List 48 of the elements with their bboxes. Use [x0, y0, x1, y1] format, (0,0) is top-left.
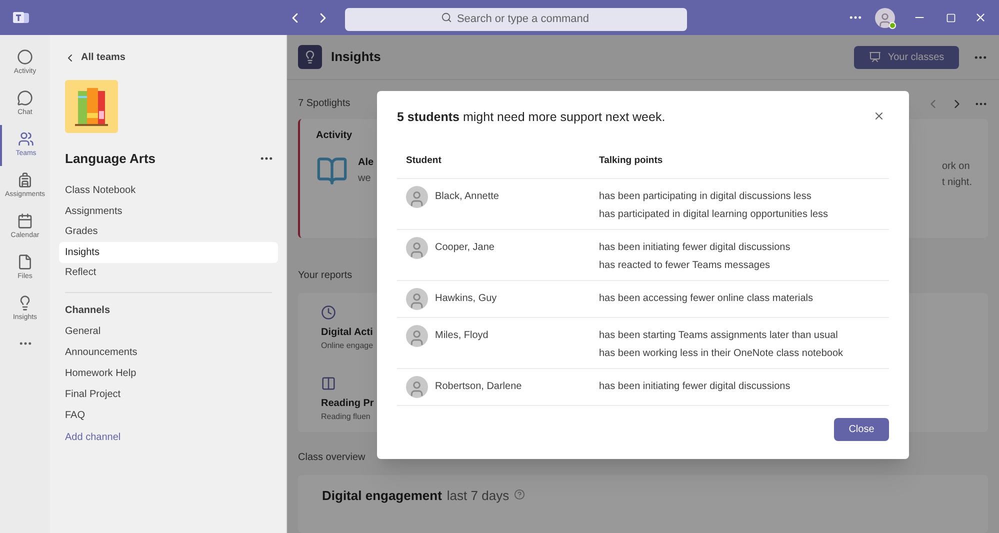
- channels-heading: Channels: [64, 304, 112, 318]
- student-name: Cooper, Jane: [435, 241, 494, 256]
- team-name: Language Arts: [65, 150, 156, 168]
- talking-point: has been initiating fewer digital discussions: [599, 380, 792, 394]
- card-text: t night.: [942, 176, 972, 190]
- card-text: Ale: [358, 156, 374, 170]
- talking-point: has reacted to fewer Teams messages: [599, 258, 772, 273]
- talking-point: has been accessing fewer online class materials: [599, 292, 814, 306]
- team-tab[interactable]: Grades: [59, 222, 278, 242]
- add-channel-link[interactable]: Add channel: [59, 430, 278, 445]
- channel-link[interactable]: Announcements: [59, 345, 278, 360]
- all-teams-link[interactable]: All teams: [59, 50, 278, 65]
- report-title: Reading Pr: [321, 396, 374, 411]
- channel-link[interactable]: Homework Help: [59, 366, 278, 381]
- talking-point: has been participating in digital discussions less: [599, 190, 812, 204]
- team-tab[interactable]: Assignments: [59, 201, 278, 222]
- channel-link[interactable]: General: [59, 324, 278, 339]
- team-tab[interactable]: Insights: [59, 242, 278, 262]
- your-classes-button[interactable]: Your classes: [854, 46, 959, 68]
- talking-point: has been initiating fewer digital discussions: [599, 240, 792, 255]
- channel-link[interactable]: Final Project: [59, 387, 278, 402]
- card-text: we: [358, 172, 371, 186]
- report-title: Digital Acti: [321, 326, 373, 340]
- card-heading: Activity: [316, 129, 354, 144]
- overview-period: last 7 days: [446, 487, 510, 506]
- close-button[interactable]: Close: [834, 418, 889, 441]
- spotlights-label: 7 Spotlights: [298, 97, 350, 112]
- talking-point: has participated in digital learning opportunities less: [599, 208, 830, 222]
- student-name: Miles, Floyd: [435, 329, 488, 344]
- team-tab[interactable]: Class Notebook: [59, 180, 278, 201]
- talking-point: has been starting Teams assignments later than usual: [599, 328, 839, 343]
- student-name: Hawkins, Guy: [435, 292, 497, 306]
- channel-link[interactable]: FAQ: [59, 408, 278, 423]
- dialog-headline: 5 students might need more support next week.: [397, 109, 666, 126]
- team-tab[interactable]: Reflect: [59, 262, 278, 283]
- search-field[interactable]: Search or type a command: [345, 8, 687, 30]
- report-subtitle: Reading fluen: [321, 410, 370, 423]
- reports-heading: Your reports: [297, 268, 354, 283]
- student-name: Black, Annette: [435, 190, 499, 204]
- report-subtitle: Online engage: [321, 340, 374, 352]
- column-header: Student: [406, 154, 442, 168]
- column-header: Talking points: [599, 154, 664, 168]
- page-title: Insights: [331, 48, 381, 66]
- card-text: ork on: [942, 160, 971, 174]
- overview-title: Digital engagement: [322, 487, 442, 506]
- overview-heading: Class overview: [297, 451, 366, 466]
- student-name: Robertson, Darlene: [435, 380, 522, 394]
- talking-point: has been working less in their OneNote class notebook: [599, 346, 844, 361]
